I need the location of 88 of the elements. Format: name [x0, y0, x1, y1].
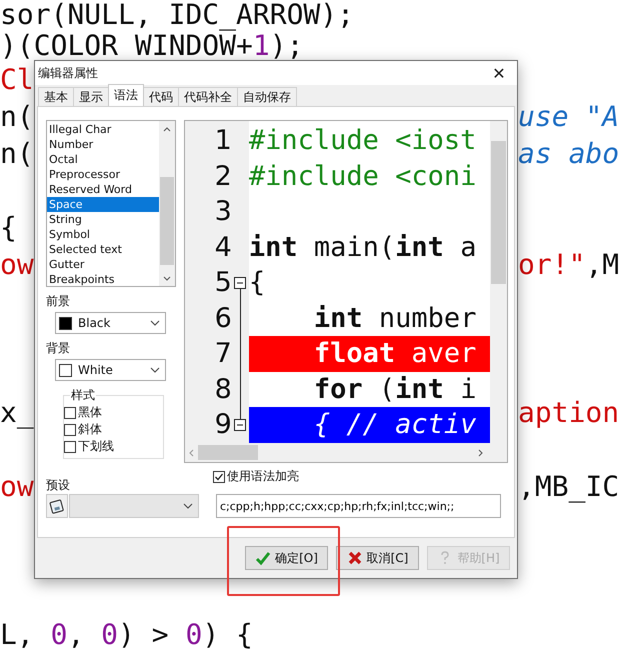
- code-text: as abo: [518, 137, 620, 170]
- list-item[interactable]: Reserved Word: [47, 182, 159, 197]
- scrollbar[interactable]: [184, 443, 507, 462]
- checkmark-icon: [255, 550, 272, 566]
- scrollbar[interactable]: [158, 121, 175, 286]
- color-name: Black: [78, 316, 112, 330]
- line-number: 1: [214, 124, 232, 158]
- code-text: {: [0, 211, 17, 244]
- style-checkbox[interactable]: 下划线: [64, 438, 163, 455]
- code-line: int main(int a: [248, 232, 476, 262]
- collapse-icon[interactable]: [234, 276, 246, 289]
- color-dropdown[interactable]: Black: [55, 312, 166, 334]
- scrollbar[interactable]: [490, 121, 507, 443]
- highlight-checkbox[interactable]: 使用语法加亮: [213, 468, 299, 485]
- list-item[interactable]: String: [47, 212, 159, 227]
- code-text: 0: [101, 618, 118, 651]
- code-line: #include <coni: [248, 160, 476, 192]
- code-text: 1: [252, 29, 270, 62]
- style-checkbox[interactable]: 斜体: [64, 421, 163, 438]
- code-text: use "A: [518, 100, 620, 133]
- code-line: int number: [312, 302, 476, 334]
- code-text: ,MB_IC: [518, 470, 620, 503]
- tab[interactable]: 基本: [38, 87, 74, 106]
- tab[interactable]: 自动保存: [237, 87, 297, 106]
- code-text: ,M: [585, 248, 620, 281]
- line-number: 4: [214, 230, 232, 264]
- code-line: float aver: [312, 338, 476, 369]
- line-number: 5: [214, 266, 232, 300]
- chevron-down-icon: [183, 503, 193, 509]
- code-text: or!": [518, 248, 586, 281]
- line-number: 8: [214, 372, 232, 406]
- dialog-button[interactable]: 确定[O]: [245, 546, 328, 570]
- tab[interactable]: 语法: [108, 84, 144, 106]
- tab[interactable]: 代码: [143, 87, 179, 106]
- field-label: 背景: [46, 341, 71, 356]
- code-line: { // activ: [312, 409, 476, 440]
- code-text: 0: [185, 618, 202, 651]
- code-text: 0: [50, 618, 68, 651]
- checkmark-icon: [214, 472, 224, 482]
- code-text: );: [270, 29, 304, 62]
- list-item[interactable]: Selected text: [47, 242, 159, 257]
- color-dropdown[interactable]: White: [55, 359, 166, 381]
- code-text: ) >: [118, 618, 170, 651]
- field-label: 预设: [46, 478, 71, 493]
- scrollbar-thumb[interactable]: [198, 445, 258, 460]
- line-number: 2: [214, 160, 232, 194]
- style-checkbox[interactable]: 黑体: [64, 404, 163, 421]
- list-item[interactable]: Breakpoints: [47, 272, 159, 287]
- list-item[interactable]: Illegal Char: [47, 122, 159, 137]
- code-line: #include <iost: [248, 125, 476, 156]
- chevron-down-icon: [150, 320, 160, 326]
- preset-button[interactable]: [46, 494, 68, 518]
- tab[interactable]: 显示: [73, 87, 109, 106]
- code-line: for (int i: [312, 374, 476, 404]
- extensions-field[interactable]: c;cpp;h;hpp;cc;cxx;cp;hp;rh;fx;inl;tcc;win;;: [216, 494, 501, 518]
- line-number: 3: [214, 195, 232, 229]
- code-text: )(COLOR_WINDOW+: [0, 29, 253, 62]
- chevron-down-icon: [150, 367, 160, 373]
- close-button[interactable]: ✕: [481, 61, 517, 85]
- field-label: 前景: [46, 294, 71, 309]
- code-text: n(: [0, 100, 34, 133]
- line-number: 7: [214, 337, 232, 371]
- line-number: 9: [214, 408, 232, 442]
- code-text: ,: [67, 618, 86, 651]
- dialog-button[interactable]: 取消[C]: [336, 546, 419, 570]
- code-text: L,: [0, 618, 35, 651]
- window-title: 编辑器属性: [38, 64, 98, 82]
- code-text: x_: [0, 396, 34, 429]
- code-line: {: [248, 267, 266, 298]
- collapse-icon[interactable]: [234, 418, 246, 431]
- line-number: 6: [214, 302, 232, 336]
- code-text: sor(NULL, IDC_ARROW);: [0, 0, 354, 31]
- tab[interactable]: 代码补全: [178, 87, 238, 106]
- group-title: 样式: [70, 388, 96, 403]
- code-text: ) {: [202, 618, 253, 651]
- list-item[interactable]: Space: [47, 197, 159, 212]
- code-text: ow: [0, 248, 34, 281]
- list-item[interactable]: Preprocessor: [47, 167, 159, 182]
- close-icon: [346, 550, 363, 566]
- list-item[interactable]: Octal: [47, 152, 159, 167]
- list-item[interactable]: Number: [47, 137, 159, 152]
- code-text: ow: [0, 470, 34, 503]
- code-text: aption: [518, 396, 620, 429]
- list-item[interactable]: Gutter: [47, 257, 159, 272]
- code-text: n(: [0, 137, 34, 170]
- list-item[interactable]: Symbol: [47, 227, 159, 242]
- color-name: White: [78, 363, 114, 377]
- code-text: Cl: [0, 63, 34, 96]
